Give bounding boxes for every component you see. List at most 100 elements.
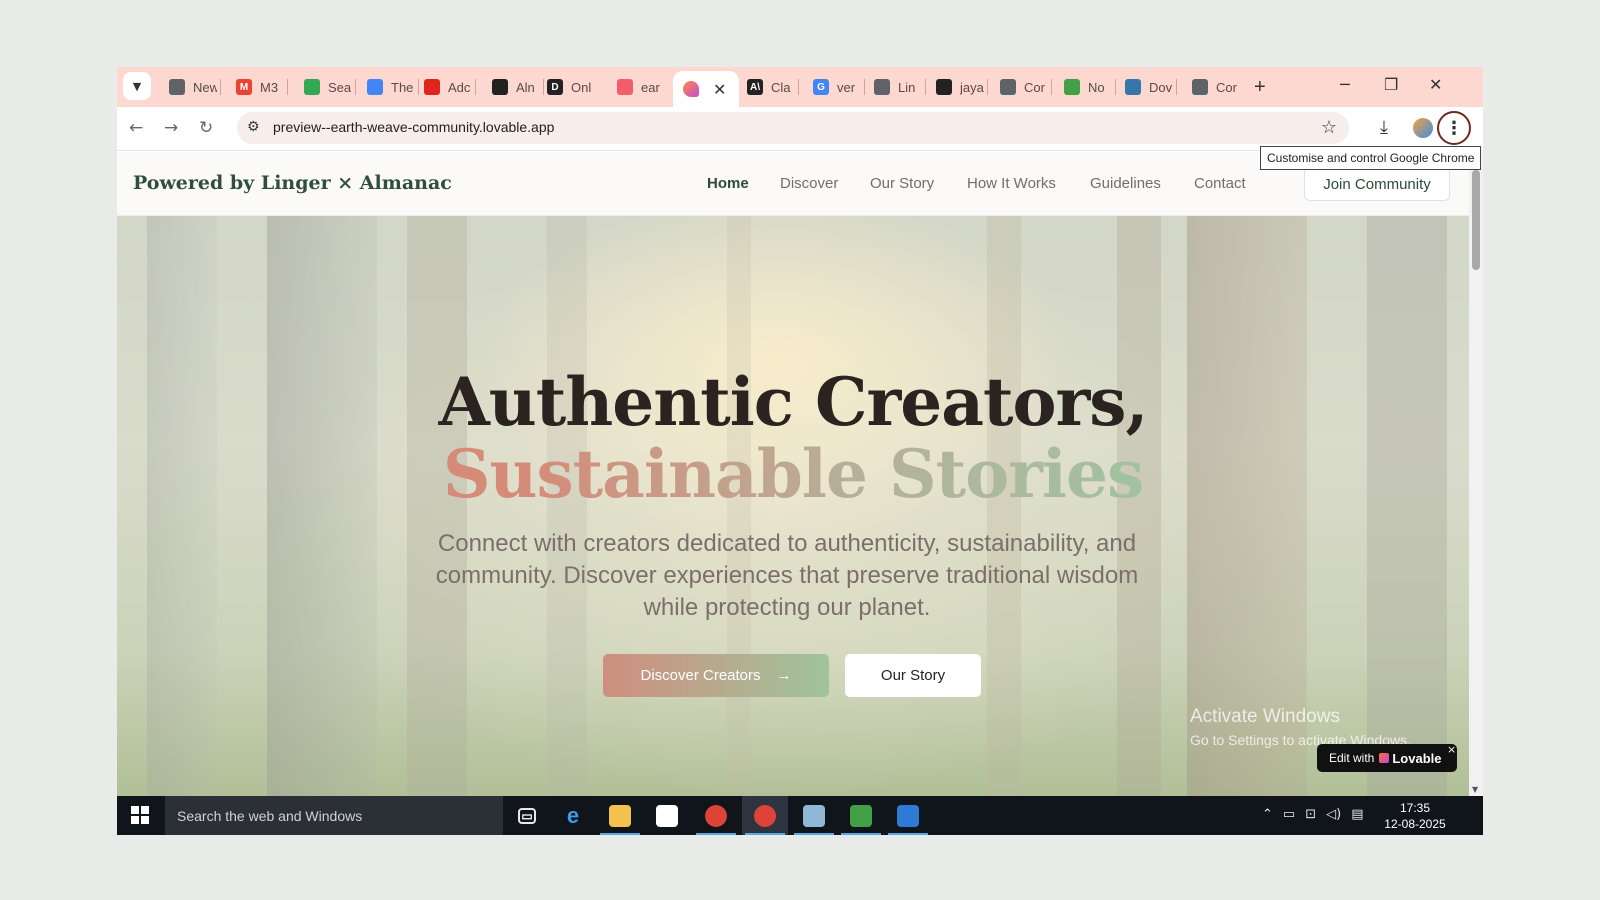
tab-strip: ▼ New M M3 Sea The Adc Aln D Onl ear A\ Cla Gver Lin j… (117, 67, 1483, 107)
edit-with-lovable-badge[interactable]: Edit with Lovable (1317, 744, 1457, 772)
tab[interactable]: jaya (926, 73, 984, 101)
tab-separator (1176, 79, 1177, 95)
tab-label: Onl (571, 79, 592, 95)
tab-separator (287, 79, 288, 95)
discover-creators-button[interactable]: Discover Creators → (603, 654, 829, 697)
bookmark-star-icon[interactable]: ☆ (1321, 117, 1337, 138)
network-icon[interactable]: ⊡ (1305, 807, 1316, 822)
taskbar-app[interactable] (791, 796, 837, 835)
back-icon[interactable]: ← (129, 118, 143, 138)
taskbar-search-box[interactable]: Search the web and Windows (165, 796, 503, 835)
battery-icon[interactable]: ▭ (1283, 807, 1295, 822)
taskbar-clock[interactable]: 17:35 12-08-2025 (1380, 800, 1450, 832)
close-badge-icon[interactable]: × (1447, 743, 1456, 756)
tab-label: ver (837, 79, 856, 95)
anthropic-icon: A\ (747, 79, 763, 95)
taskbar-app[interactable]: ▭ (504, 796, 550, 835)
our-story-button[interactable]: Our Story (845, 654, 981, 697)
globe-icon (874, 79, 890, 95)
close-tab-icon[interactable]: ✕ (713, 80, 726, 99)
tab-label: ear (641, 79, 660, 95)
tab-label: Cor (1216, 79, 1237, 95)
file-explorer-icon (609, 804, 631, 827)
tab[interactable]: Lin (864, 73, 922, 101)
globe-icon (1000, 79, 1016, 95)
tab-active[interactable]: ✕ (673, 71, 739, 107)
chrome-menu-icon[interactable]: ⋮ (1437, 111, 1471, 145)
taskbar-app[interactable] (644, 796, 690, 835)
tab-separator (987, 79, 988, 95)
taskbar-app[interactable] (597, 796, 643, 835)
close-window-icon[interactable]: ✕ (1429, 75, 1442, 94)
clock-date: 12-08-2025 (1384, 817, 1446, 831)
minimize-icon[interactable]: ─ (1340, 75, 1350, 94)
tab-separator (220, 79, 221, 95)
system-tray: ⌃ ▭ ⊡ ◁) ▤ (1262, 807, 1363, 822)
nav-discover[interactable]: Discover (780, 175, 838, 192)
tab-separator (798, 79, 799, 95)
tab[interactable]: No (1054, 73, 1112, 101)
windows-start-icon[interactable] (131, 806, 149, 824)
tab-label: Sea (328, 79, 352, 95)
extension-icon[interactable] (1413, 118, 1433, 138)
scroll-thumb[interactable] (1472, 170, 1480, 270)
tab-separator (475, 79, 476, 95)
tab[interactable]: Cor (990, 73, 1048, 101)
tab[interactable]: New (159, 73, 217, 101)
nav-our-story[interactable]: Our Story (870, 175, 934, 192)
edit-with-label: Edit with (1329, 751, 1375, 765)
lovable-logo-icon (1379, 753, 1390, 763)
tab-separator (355, 79, 356, 95)
restore-icon[interactable]: ❐ (1384, 75, 1398, 94)
tab[interactable]: M M3 (226, 73, 284, 101)
site-brand[interactable]: Powered by Linger × Almanac (133, 172, 452, 194)
new-tab-button[interactable]: + (1254, 76, 1266, 99)
taskbar-app[interactable] (885, 796, 931, 835)
tab[interactable]: Sea (294, 73, 352, 101)
clock-time: 17:35 (1399, 801, 1431, 815)
globe-icon (1192, 79, 1208, 95)
tab[interactable]: The (357, 73, 415, 101)
download-icon[interactable]: ⤓ (1380, 117, 1388, 138)
nav-contact[interactable]: Contact (1194, 175, 1246, 192)
nav-home[interactable]: Home (707, 175, 749, 192)
tab[interactable]: Dov (1115, 73, 1173, 101)
taskbar-app[interactable]: e (550, 796, 596, 835)
join-community-button[interactable]: Join Community (1304, 167, 1450, 201)
google-docs-icon (367, 79, 383, 95)
reload-icon[interactable]: ↻ (199, 118, 213, 138)
lovable-icon (683, 81, 699, 97)
url-text[interactable]: preview--earth-weave-community.lovable.a… (273, 119, 554, 135)
site-info-icon[interactable]: ⚙ (247, 119, 260, 135)
nav-how-it-works[interactable]: How It Works (967, 175, 1056, 192)
google-icon: G (813, 79, 829, 95)
tab[interactable]: Cor (1182, 73, 1240, 101)
activate-windows-title: Activate Windows (1190, 706, 1340, 727)
store-icon (656, 804, 678, 827)
lovable-icon (617, 79, 633, 95)
hero-title-gradient: Sustainable Stories (117, 438, 1469, 510)
tray-chevron-up-icon[interactable]: ⌃ (1262, 807, 1273, 822)
menu-tooltip: Customise and control Google Chrome (1260, 146, 1482, 170)
tab[interactable]: Gver (803, 73, 861, 101)
taskbar-app[interactable] (693, 796, 739, 835)
volume-icon[interactable]: ◁) (1326, 807, 1341, 822)
page-scrollbar[interactable]: ▼ (1469, 152, 1483, 796)
tab-label: New (193, 79, 217, 95)
tab-label: Aln (516, 79, 535, 95)
tab[interactable]: A\ Cla (737, 73, 795, 101)
address-bar[interactable]: ⚙ preview--earth-weave-community.lovable… (237, 112, 1349, 144)
task-view-icon: ▭ (518, 807, 536, 824)
scroll-down-arrow-icon[interactable]: ▼ (1472, 785, 1478, 794)
tab[interactable]: D Onl (537, 73, 595, 101)
action-center-icon[interactable]: ▤ (1351, 807, 1363, 822)
tab[interactable]: Adc (414, 73, 472, 101)
tab[interactable]: Aln (482, 73, 540, 101)
tab[interactable]: ear (607, 73, 665, 101)
forward-icon[interactable]: → (164, 118, 178, 138)
taskbar-app[interactable] (742, 796, 788, 835)
nav-guidelines[interactable]: Guidelines (1090, 175, 1161, 192)
tab-separator (1051, 79, 1052, 95)
taskbar-app[interactable] (838, 796, 884, 835)
tab-search-chevron-icon[interactable]: ▼ (123, 72, 151, 100)
